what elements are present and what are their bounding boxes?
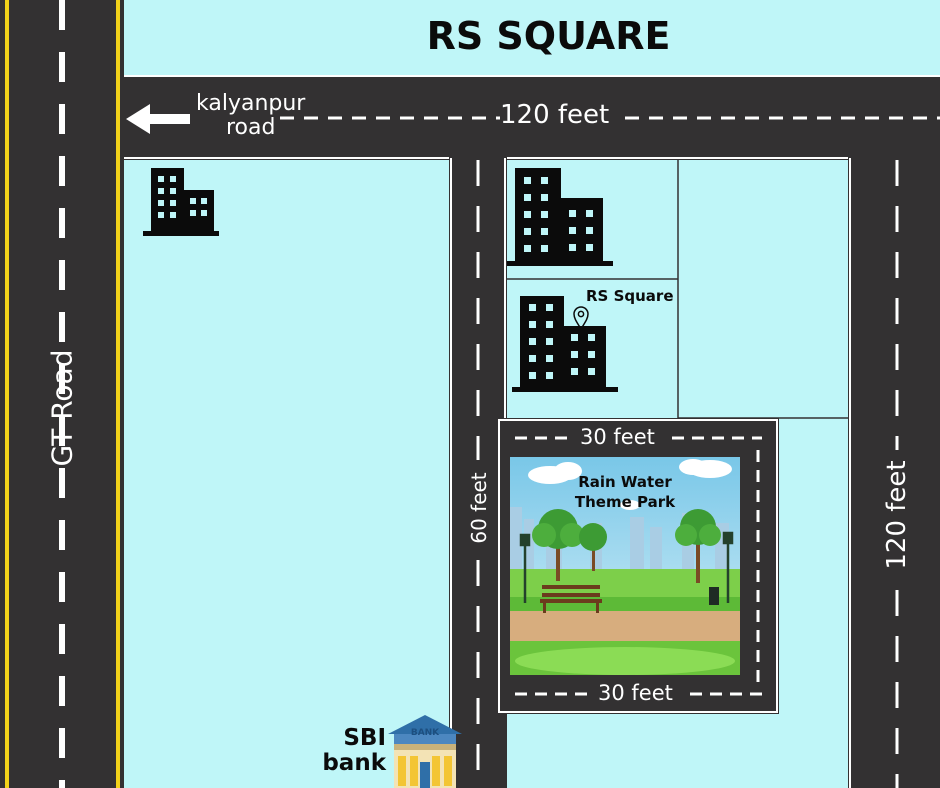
bank-icon	[388, 715, 462, 788]
rs-square-label: RS Square	[586, 287, 674, 305]
top-road-width-label: 120 feet	[500, 100, 610, 130]
right-road-width-label: 120 feet	[882, 460, 912, 570]
building-icon	[143, 168, 219, 236]
arrow-left-icon	[126, 104, 190, 134]
kalyanpur-road-label: kalyanpur road	[196, 91, 306, 140]
location-pin-icon	[573, 306, 589, 331]
park-top-road-width-label: 30 feet	[580, 425, 655, 449]
bank-label: SBI bank	[322, 725, 386, 776]
building-icon	[507, 168, 613, 266]
gt-road-label: GT Road	[45, 349, 79, 467]
building-icon	[512, 296, 618, 392]
middle-road-width-label: 60 feet	[467, 472, 491, 544]
park-label: Rain Water Theme Park	[574, 473, 676, 511]
bank-sign-label: BANK	[410, 728, 440, 738]
park-bottom-road-width-label: 30 feet	[598, 681, 673, 705]
